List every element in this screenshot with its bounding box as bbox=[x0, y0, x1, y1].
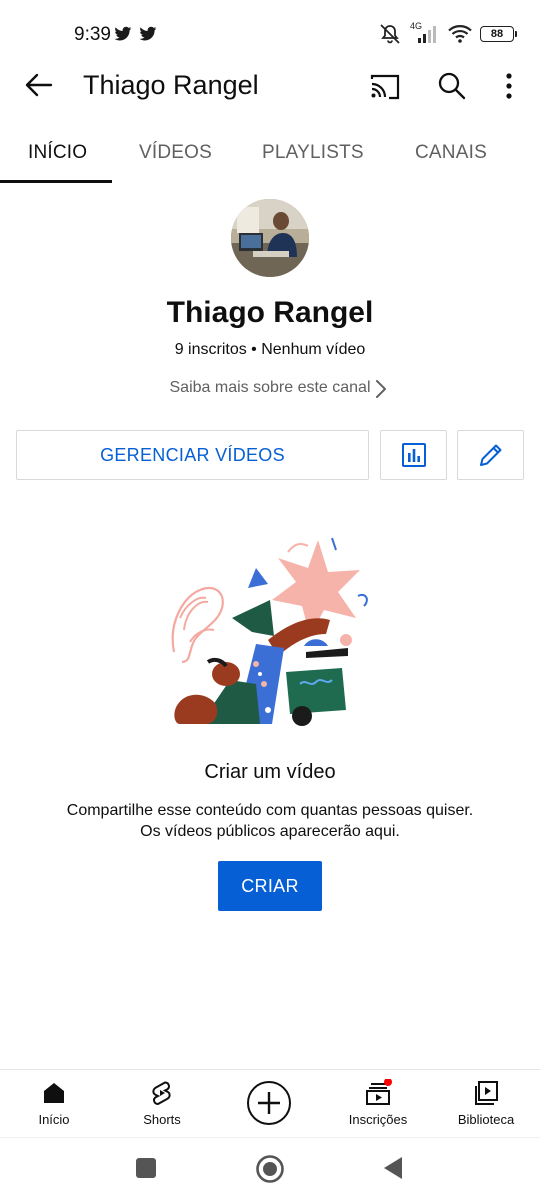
channel-stats: 9 inscritos • Nenhum vídeo bbox=[174, 341, 366, 358]
nav-label-biblioteca: Biblioteca bbox=[457, 1112, 515, 1127]
recents-square-icon[interactable] bbox=[135, 1157, 157, 1179]
tab-canais[interactable]: CANAIS bbox=[415, 142, 487, 164]
signal-icon: 4G bbox=[410, 21, 440, 45]
back-arrow-icon[interactable] bbox=[22, 68, 56, 102]
empty-state-description: Compartilhe esse conteúdo com quantas pe… bbox=[0, 800, 540, 842]
nav-label-inicio: Início bbox=[38, 1112, 70, 1127]
analytics-button[interactable] bbox=[380, 430, 447, 480]
channel-avatar[interactable] bbox=[231, 199, 309, 277]
nav-label-inscricoes: Inscrições bbox=[348, 1112, 408, 1127]
status-icons: 4G 88 bbox=[378, 21, 517, 46]
home-icon bbox=[44, 1083, 64, 1103]
notification-dot bbox=[384, 1079, 392, 1086]
library-icon bbox=[475, 1081, 498, 1105]
bottom-navigation: Início Shorts Inscrições Biblioteca bbox=[0, 1069, 540, 1137]
nav-item-biblioteca[interactable]: Biblioteca bbox=[452, 1070, 520, 1138]
subscriptions-icon bbox=[366, 1079, 392, 1105]
create-button[interactable]: CRIAR bbox=[218, 861, 322, 911]
channel-tabs: INÍCIO VÍDEOS PLAYLISTS CANAIS bbox=[0, 122, 540, 184]
empty-state-title: Criar um vídeo bbox=[204, 761, 336, 783]
empty-state-line-1: Compartilhe esse conteúdo com quantas pe… bbox=[66, 802, 474, 819]
battery-level: 88 bbox=[490, 28, 504, 40]
search-icon[interactable] bbox=[436, 70, 468, 102]
cast-icon[interactable] bbox=[368, 70, 402, 104]
nav-item-inscricoes[interactable]: Inscrições bbox=[344, 1070, 412, 1138]
empty-state-line-2: Os vídeos públicos aparecerão aqui. bbox=[140, 823, 400, 840]
more-vertical-icon[interactable] bbox=[498, 70, 520, 102]
chevron-right-icon[interactable] bbox=[372, 378, 390, 400]
tab-playlists[interactable]: PLAYLISTS bbox=[262, 142, 364, 164]
twitter-icon bbox=[139, 26, 157, 41]
edit-channel-button[interactable] bbox=[457, 430, 524, 480]
tab-videos[interactable]: VÍDEOS bbox=[139, 142, 212, 164]
create-plus-icon[interactable] bbox=[246, 1080, 292, 1126]
nav-item-shorts[interactable]: Shorts bbox=[132, 1070, 192, 1138]
home-circle-icon[interactable] bbox=[255, 1154, 285, 1184]
active-tab-indicator bbox=[0, 180, 112, 183]
mute-bell-icon bbox=[380, 24, 400, 44]
channel-name: Thiago Rangel bbox=[166, 296, 374, 329]
about-channel-link[interactable]: Saiba mais sobre este canal bbox=[0, 379, 540, 397]
app-title: Thiago Rangel bbox=[83, 70, 259, 100]
nav-item-inicio[interactable]: Início bbox=[26, 1070, 82, 1138]
back-triangle-icon[interactable] bbox=[382, 1156, 404, 1180]
status-time: 9:39 bbox=[74, 24, 111, 45]
battery-indicator: 88 bbox=[480, 26, 517, 42]
system-navigation-bar bbox=[0, 1137, 540, 1200]
shorts-icon bbox=[152, 1081, 171, 1106]
wifi-icon bbox=[448, 25, 472, 43]
tab-inicio[interactable]: INÍCIO bbox=[28, 142, 87, 164]
create-video-illustration bbox=[171, 537, 368, 726]
analytics-icon bbox=[401, 443, 426, 467]
pencil-icon bbox=[479, 444, 501, 466]
nav-label-shorts: Shorts bbox=[143, 1112, 181, 1127]
manage-videos-button[interactable]: GERENCIAR VÍDEOS bbox=[16, 430, 369, 480]
twitter-icon bbox=[114, 26, 132, 41]
app-bar: Thiago Rangel bbox=[0, 58, 540, 118]
